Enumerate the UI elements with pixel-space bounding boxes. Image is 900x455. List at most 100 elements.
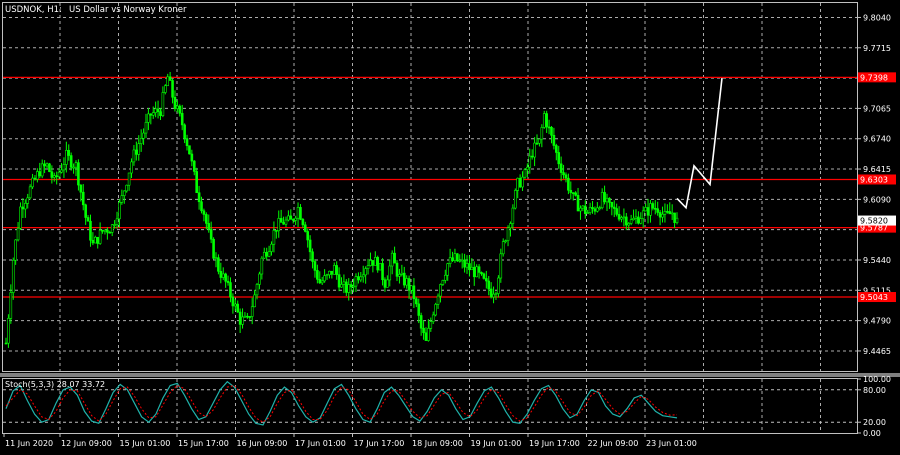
candle-body [96, 236, 100, 244]
price-tick-label: 9.4790 [863, 317, 891, 326]
candle-body [180, 112, 184, 126]
candle-body [424, 332, 428, 341]
candle-body [188, 145, 191, 155]
candle-body [596, 207, 599, 212]
candle-body [81, 191, 85, 206]
candle-body [538, 138, 541, 144]
candle-body [36, 171, 39, 180]
candle-body [567, 177, 570, 191]
chart-canvas[interactable]: USDNOK, H1: US Dollar vs Norway Kroner S… [0, 0, 900, 455]
time-tick-label: 15 Jun 17:00 [178, 439, 229, 448]
candle-body [506, 227, 510, 241]
candle-body [644, 207, 647, 212]
candle-body [651, 203, 655, 209]
candle-body [383, 279, 387, 288]
time-tick-label: 19 Jun 17:00 [529, 439, 580, 448]
price-tick-label: 9.8040 [863, 13, 891, 22]
candle-body [436, 295, 440, 305]
candle-body [91, 239, 95, 244]
candle-body [171, 80, 174, 98]
candle-body [137, 143, 141, 155]
time-tick-label: 23 Jun 01:00 [646, 439, 697, 448]
indicator-separator[interactable] [0, 373, 900, 377]
stoch-tick-label: 80.00 [863, 386, 886, 395]
candle-body [60, 169, 63, 173]
candle-body [291, 219, 295, 221]
candle-body [79, 184, 83, 193]
candle-body [26, 197, 30, 204]
candle-body [149, 113, 153, 116]
candle-body [429, 321, 433, 329]
candle-body [33, 177, 37, 180]
candle-body [308, 239, 312, 253]
candle-body [499, 253, 503, 279]
candle-body [480, 272, 483, 275]
candle-body [472, 266, 476, 278]
candle-body [361, 274, 365, 278]
candle-body [161, 92, 165, 116]
candle-body [373, 257, 377, 266]
candle-body [378, 263, 382, 271]
candle-body [673, 212, 676, 223]
candle-body [221, 273, 225, 278]
candle-body [571, 192, 575, 194]
candle-body [482, 273, 486, 279]
time-tick-label: 19 Jun 01:00 [471, 439, 522, 448]
time-tick-label: 15 Jun 01:00 [120, 439, 171, 448]
candle-body [441, 280, 445, 285]
candle-body [511, 207, 515, 224]
time-tick-label: 11 Jun 2020 [5, 439, 53, 448]
candle-body [279, 218, 283, 223]
candle-body [352, 285, 355, 288]
candle-body [28, 186, 32, 199]
candle-body [192, 160, 196, 172]
candle-body [166, 76, 170, 87]
candle-body [217, 257, 220, 272]
candle-body [190, 153, 194, 162]
candle-body [205, 214, 208, 224]
candle-body [415, 298, 418, 305]
time-tick-label: 17 Jun 17:00 [354, 439, 405, 448]
candle-body [612, 206, 616, 209]
candle-body [668, 211, 672, 215]
candle-body [154, 108, 157, 113]
candle-body [313, 261, 317, 271]
candle-body [332, 265, 336, 275]
candle-body [103, 229, 107, 232]
candle-body [250, 306, 254, 317]
candle-body [390, 252, 394, 267]
price-tick-label: 9.5440 [863, 256, 891, 265]
candle-body [52, 175, 56, 178]
candle-body [407, 278, 411, 291]
candle-body [402, 272, 406, 286]
candle-body [337, 274, 341, 288]
candle-body [489, 288, 493, 298]
candle-body [504, 240, 507, 242]
candle-body [646, 207, 650, 216]
candle-body [446, 263, 450, 276]
candle-body [576, 195, 580, 212]
time-tick-label: 18 Jun 09:00 [412, 439, 463, 448]
candle-body [359, 276, 363, 281]
candle-body [419, 315, 423, 329]
candle-body [69, 155, 73, 168]
candle-body [151, 112, 155, 116]
candle-body [260, 257, 264, 275]
candle-body [371, 260, 375, 266]
candle-body [347, 284, 351, 293]
candle-body [299, 207, 302, 220]
candle-body [108, 231, 112, 234]
candle-body [38, 171, 42, 177]
candle-body [458, 260, 462, 262]
candle-body [89, 220, 92, 241]
candle-body [272, 230, 276, 245]
candle-body [557, 152, 561, 165]
candle-body [579, 207, 582, 212]
candle-body [521, 176, 524, 188]
candle-body [125, 184, 128, 192]
candle-body [303, 224, 307, 232]
candle-body [410, 285, 413, 291]
candle-body [173, 96, 177, 109]
candle-body [282, 222, 285, 225]
candle-body [656, 208, 659, 213]
